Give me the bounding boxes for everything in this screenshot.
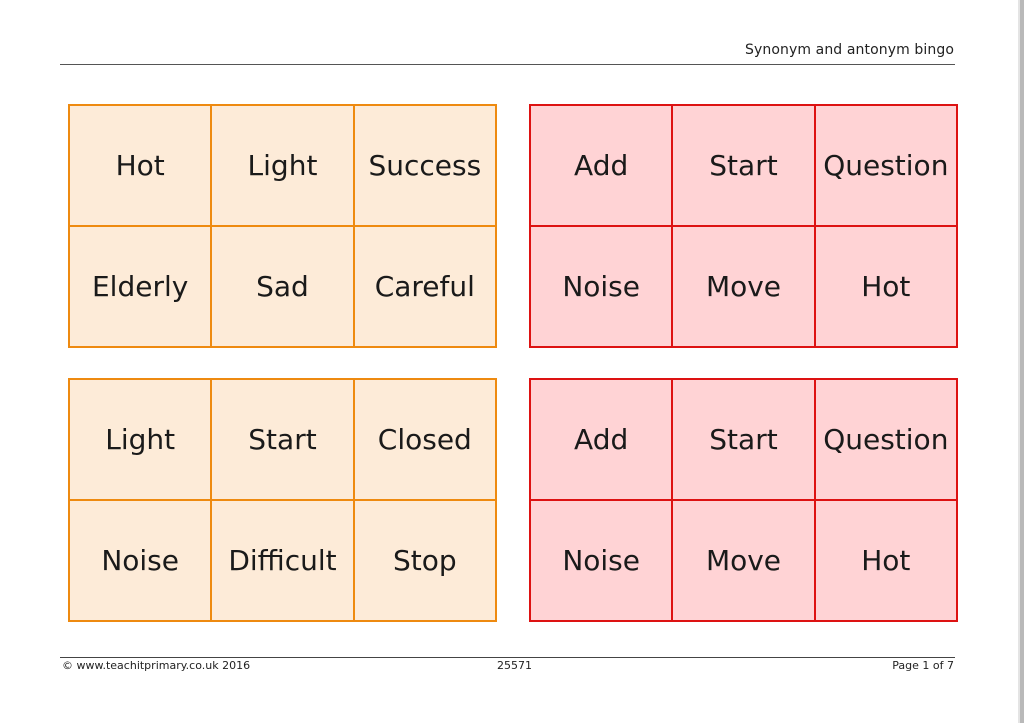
bingo-cell: Start	[672, 105, 815, 226]
page-number: Page 1 of 7	[892, 659, 954, 672]
bingo-cell: Noise	[530, 500, 673, 621]
bingo-cell: Difficult	[211, 500, 354, 621]
bingo-cell: Start	[672, 379, 815, 500]
bingo-cell: Elderly	[69, 226, 212, 347]
footer-divider	[60, 657, 955, 658]
bingo-cell: Move	[672, 500, 815, 621]
bingo-cell: Hot	[69, 105, 212, 226]
bingo-card-3: Light Start Closed Noise Difficult Stop	[68, 378, 497, 622]
bingo-cell: Add	[530, 105, 673, 226]
bingo-cell: Light	[211, 105, 354, 226]
bingo-cell: Question	[814, 105, 957, 226]
bingo-cell: Add	[530, 379, 673, 500]
document-title: Synonym and antonym bingo	[745, 42, 954, 58]
bingo-cell: Move	[672, 226, 815, 347]
bingo-cell: Sad	[211, 226, 354, 347]
bingo-cell: Question	[814, 379, 957, 500]
bingo-cell: Start	[211, 379, 354, 500]
bingo-cell: Closed	[353, 379, 496, 500]
bingo-card-1: Hot Light Success Elderly Sad Careful	[68, 104, 497, 348]
bingo-cell: Noise	[530, 226, 673, 347]
page-edge	[1020, 0, 1024, 723]
header-divider	[60, 64, 955, 65]
bingo-cell: Careful	[353, 226, 496, 347]
bingo-cell: Hot	[814, 226, 957, 347]
bingo-cell: Light	[69, 379, 212, 500]
bingo-cell: Stop	[353, 500, 496, 621]
bingo-card-4: Add Start Question Noise Move Hot	[529, 378, 958, 622]
resource-id: 25571	[497, 659, 532, 672]
bingo-cell: Hot	[814, 500, 957, 621]
bingo-cell: Success	[353, 105, 496, 226]
copyright-text: © www.teachitprimary.co.uk 2016	[62, 659, 251, 672]
bingo-card-2: Add Start Question Noise Move Hot	[529, 104, 958, 348]
bingo-cell: Noise	[69, 500, 212, 621]
